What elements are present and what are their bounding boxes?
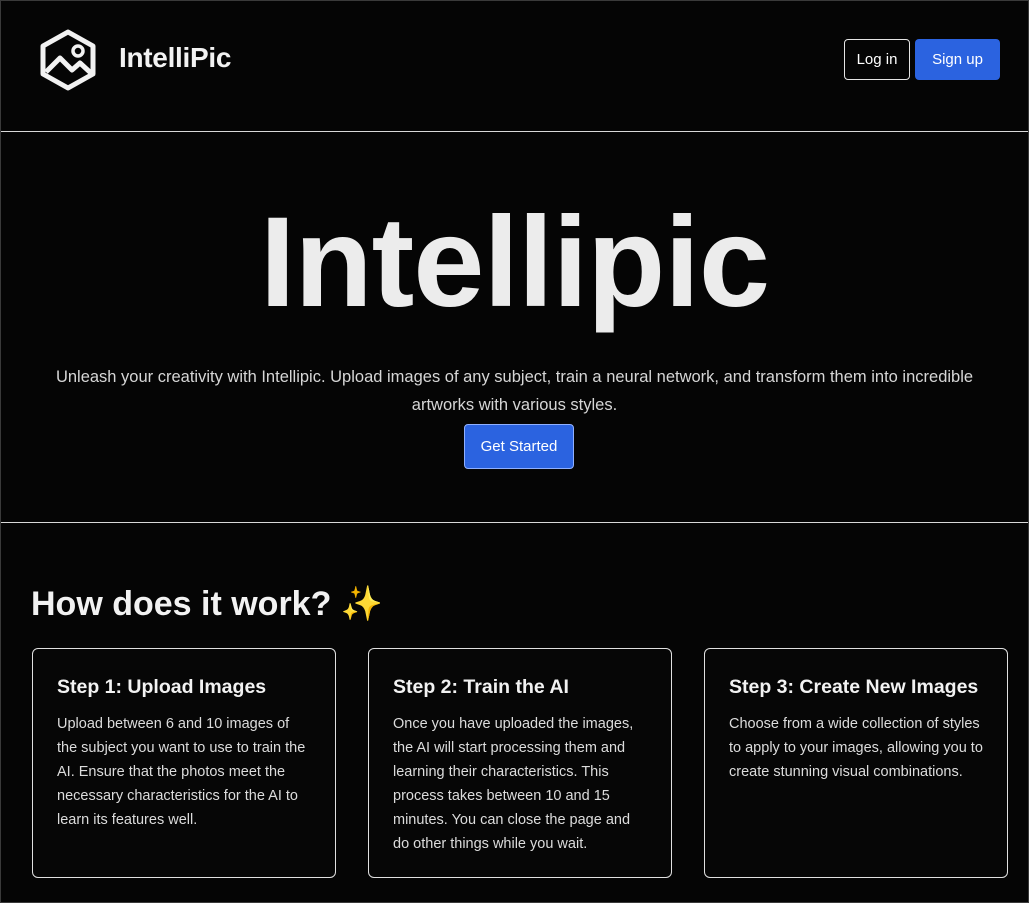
step-card-train: Step 2: Train the AI Once you have uploa… xyxy=(368,648,672,878)
get-started-button[interactable]: Get Started xyxy=(464,424,574,469)
step-description: Upload between 6 and 10 images of the su… xyxy=(57,716,306,828)
step-card-create: Step 3: Create New Images Choose from a … xyxy=(704,648,1008,878)
how-it-works-title-text: How does it work? xyxy=(31,585,332,623)
signup-button[interactable]: Sign up xyxy=(915,39,1000,80)
hero-section: Intellipic Unleash your creativity with … xyxy=(1,132,1028,523)
step-description: Choose from a wide collection of styles … xyxy=(729,716,983,780)
hero-wordmark: Intellipic xyxy=(259,191,770,334)
step-title: Step 2: Train the AI xyxy=(393,676,569,698)
brand-name[interactable]: IntelliPic xyxy=(119,42,231,74)
site-header: IntelliPic Log in Sign up xyxy=(1,1,1028,132)
sparkles-icon: ✨ xyxy=(340,584,384,624)
page: IntelliPic Log in Sign up Intellipic Unl… xyxy=(0,0,1029,903)
step-title: Step 3: Create New Images xyxy=(729,676,979,698)
hero-description: Unleash your creativity with Intellipic.… xyxy=(55,367,974,414)
how-it-works-title: How does it work? ✨ xyxy=(31,584,383,624)
step-description: Once you have uploaded the images, the A… xyxy=(393,716,634,852)
image-hexagon-logo-icon[interactable] xyxy=(38,28,98,92)
step-card-upload: Step 1: Upload Images Upload between 6 a… xyxy=(32,648,336,878)
login-button[interactable]: Log in xyxy=(844,39,910,80)
step-title: Step 1: Upload Images xyxy=(57,676,267,698)
